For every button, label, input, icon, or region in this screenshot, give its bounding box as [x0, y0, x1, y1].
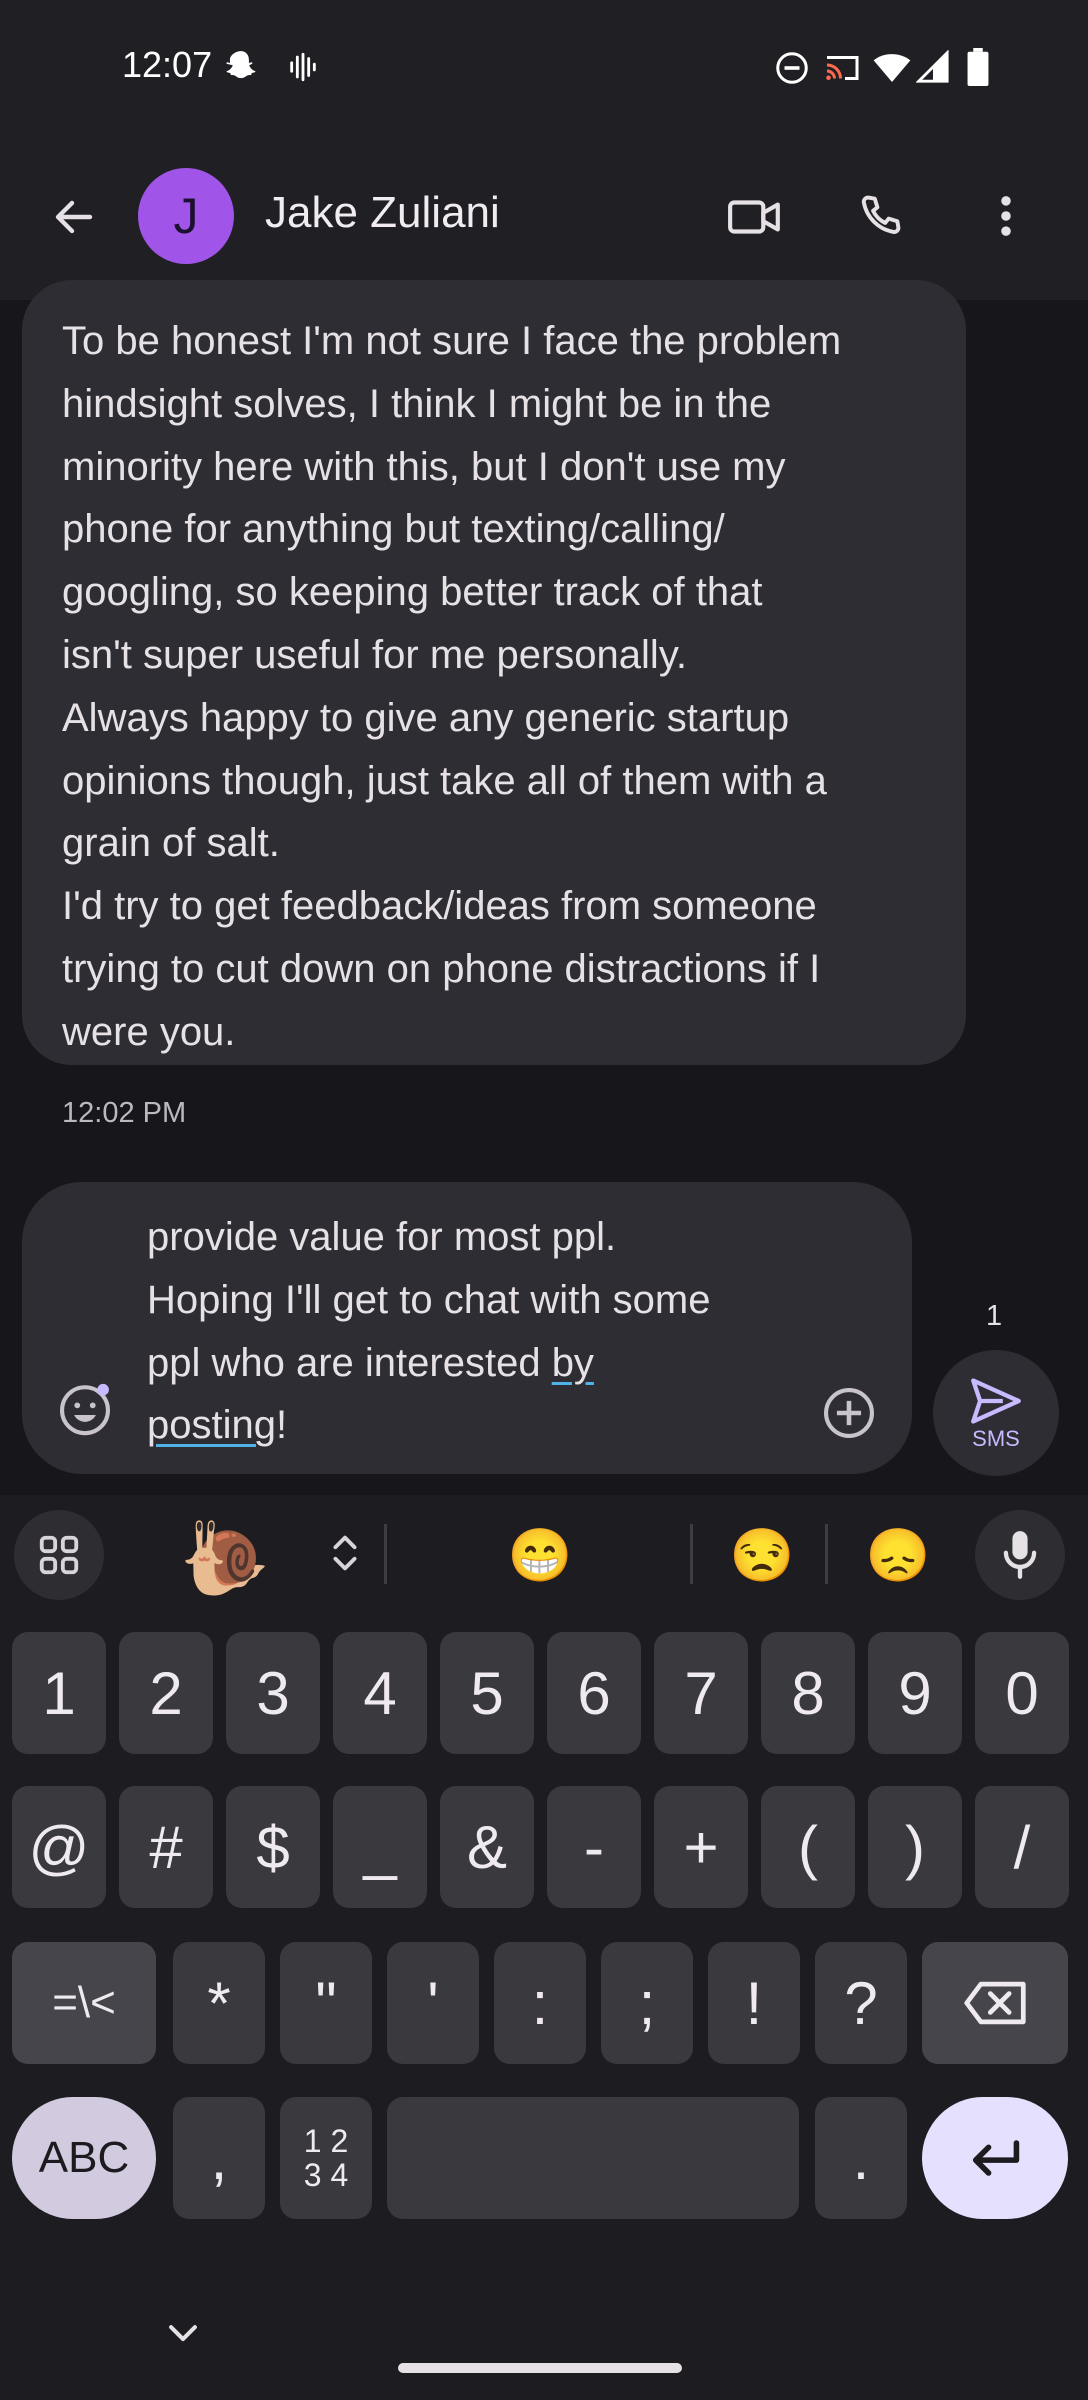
emoji-suggestion[interactable]: 😒: [712, 1515, 812, 1595]
dnd-icon: [776, 52, 808, 84]
key-2[interactable]: 2: [119, 1632, 213, 1754]
symbols-switch-key[interactable]: =\<: [12, 1942, 156, 2064]
suggestion-divider: [825, 1524, 828, 1584]
key-3[interactable]: 3: [226, 1632, 320, 1754]
contact-name[interactable]: Jake Zuliani: [265, 188, 500, 238]
compose-line: ppl who are interested by: [147, 1332, 787, 1395]
suggestion-divider: [690, 1524, 693, 1584]
phone-icon[interactable]: [854, 190, 906, 242]
abc-key[interactable]: ABC: [12, 2097, 156, 2219]
key-4[interactable]: 4: [333, 1632, 427, 1754]
key-ampersand[interactable]: &: [440, 1786, 534, 1908]
key-colon[interactable]: :: [494, 1942, 586, 2064]
key-minus[interactable]: -: [547, 1786, 641, 1908]
received-message-text: To be honest I'm not sure I face the pro…: [62, 319, 842, 1054]
sms-label: SMS: [972, 1426, 1020, 1451]
key-single-quote[interactable]: ': [387, 1942, 479, 2064]
cast-icon: [826, 56, 859, 80]
compose-text-segment: !: [275, 1403, 288, 1448]
mic-button[interactable]: [975, 1510, 1065, 1600]
mic-icon: [1003, 1531, 1037, 1579]
space-key[interactable]: [387, 2097, 799, 2219]
emoji-suggestion[interactable]: 😁: [490, 1515, 590, 1595]
send-icon: [971, 1378, 1021, 1424]
key-period[interactable]: .: [815, 2097, 907, 2219]
chevron-down-icon[interactable]: [166, 2322, 200, 2346]
snapchat-icon: [226, 51, 256, 79]
suggestion-divider: [384, 1524, 387, 1584]
numpad-key-bottom: 3 4: [303, 2157, 349, 2193]
message-timestamp: 12:02 PM: [62, 1097, 187, 1129]
send-count: 1: [986, 1300, 1003, 1332]
enter-key[interactable]: [922, 2097, 1068, 2219]
compose-line: posting!: [147, 1394, 787, 1457]
key-dollar[interactable]: $: [226, 1786, 320, 1908]
status-time: 12:07: [122, 44, 213, 85]
key-slash[interactable]: /: [975, 1786, 1069, 1908]
key-at[interactable]: @: [12, 1786, 106, 1908]
key-1[interactable]: 1: [12, 1632, 106, 1754]
numpad-key-top: 1 2: [303, 2123, 349, 2159]
enter-icon: [972, 2140, 1020, 2176]
wifi-icon: [873, 54, 911, 82]
key-7[interactable]: 7: [654, 1632, 748, 1754]
emoji-suggestion[interactable]: 😞: [848, 1515, 948, 1595]
expand-icon[interactable]: [326, 1530, 364, 1576]
key-underscore[interactable]: _: [333, 1786, 427, 1908]
apps-grid-button[interactable]: [14, 1510, 104, 1600]
backspace-icon: [964, 1981, 1026, 2025]
key-5[interactable]: 5: [440, 1632, 534, 1754]
signal-icon: [916, 50, 949, 83]
compose-text[interactable]: provide value for most ppl. Hoping I'll …: [147, 1206, 787, 1457]
back-arrow-icon[interactable]: [50, 193, 98, 241]
key-open-paren[interactable]: (: [761, 1786, 855, 1908]
key-8[interactable]: 8: [761, 1632, 855, 1754]
apps-grid-icon: [39, 1535, 79, 1575]
voice-icon: [290, 52, 316, 82]
avatar[interactable]: J: [138, 168, 234, 264]
compose-line: provide value for most ppl.: [147, 1215, 617, 1259]
video-call-icon[interactable]: [726, 192, 784, 242]
key-asterisk[interactable]: *: [173, 1942, 265, 2064]
add-circle-icon[interactable]: [820, 1384, 878, 1442]
compose-line: Hoping I'll get to chat with some: [147, 1277, 711, 1322]
spell-underline[interactable]: by: [552, 1341, 594, 1385]
key-6[interactable]: 6: [547, 1632, 641, 1754]
battery-icon: [967, 48, 989, 86]
key-double-quote[interactable]: ": [280, 1942, 372, 2064]
key-9[interactable]: 9: [868, 1632, 962, 1754]
numpad-key[interactable]: 1 2 3 4: [280, 2097, 372, 2219]
backspace-key[interactable]: [922, 1942, 1068, 2064]
more-vert-icon[interactable]: [986, 190, 1026, 242]
key-semicolon[interactable]: ;: [601, 1942, 693, 2064]
spell-underline[interactable]: posting: [147, 1403, 276, 1447]
key-exclamation[interactable]: !: [708, 1942, 800, 2064]
key-hash[interactable]: #: [119, 1786, 213, 1908]
key-question[interactable]: ?: [815, 1942, 907, 2064]
key-plus[interactable]: +: [654, 1786, 748, 1908]
key-0[interactable]: 0: [975, 1632, 1069, 1754]
gesture-handle[interactable]: [398, 2363, 682, 2373]
key-close-paren[interactable]: ): [868, 1786, 962, 1908]
compose-text-segment: ppl who are interested: [147, 1340, 552, 1385]
key-comma[interactable]: ,: [173, 2097, 265, 2219]
emoji-icon[interactable]: [56, 1380, 114, 1438]
sticker-suggestion[interactable]: 🐌: [170, 1508, 280, 1608]
